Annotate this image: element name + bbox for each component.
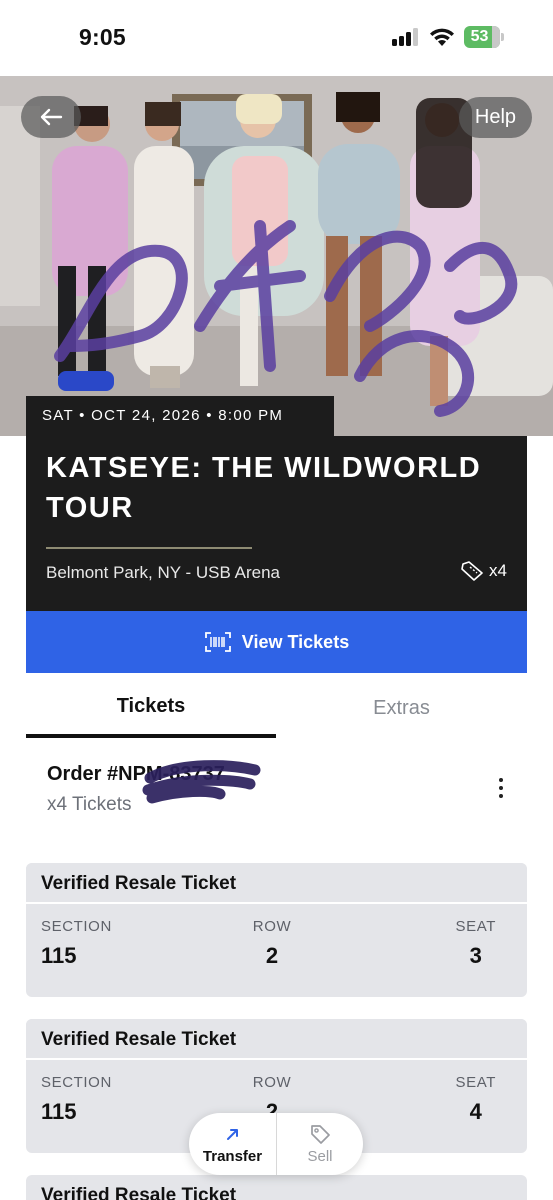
sell-button[interactable]: Sell	[276, 1113, 363, 1175]
ticket-title: Verified Resale Ticket	[26, 1019, 527, 1060]
cellular-signal-icon	[392, 28, 420, 46]
seat-column: SEAT 3	[456, 918, 496, 969]
wifi-icon	[430, 28, 454, 46]
tab-extras[interactable]: Extras	[276, 686, 527, 740]
status-time: 9:05	[79, 24, 126, 50]
event-venue: Belmont Park, NY - USB Arena	[46, 563, 281, 582]
ticket-action-bar: Transfer Sell	[189, 1113, 363, 1175]
back-arrow-icon	[40, 108, 63, 126]
tag-icon	[311, 1125, 330, 1144]
back-button[interactable]	[21, 96, 81, 138]
transfer-arrow-icon	[226, 1129, 238, 1140]
section-value: 115	[41, 943, 77, 968]
status-bar: 9:05 53	[0, 0, 553, 76]
section-value: 115	[41, 1099, 77, 1124]
ticket-title: Verified Resale Ticket	[26, 863, 527, 904]
sell-label: Sell	[307, 1148, 333, 1165]
ticket-count: x4	[461, 561, 507, 581]
view-tickets-button[interactable]: View Tickets	[26, 611, 527, 673]
view-tickets-label: View Tickets	[241, 631, 350, 652]
order-number: Order #NPM-83737	[47, 763, 225, 785]
battery-icon: 53	[464, 26, 505, 48]
order-ticket-count: x4 Tickets	[47, 794, 132, 815]
section-column: SECTION 115	[41, 1074, 112, 1125]
row-value: 2	[265, 943, 279, 968]
section-label: SECTION	[41, 918, 112, 935]
battery-percent: 53	[470, 28, 489, 45]
seat-column: SEAT 4	[456, 1074, 496, 1125]
event-card: KATSEYE: THE WILDWORLD TOUR Belmont Park…	[26, 436, 527, 611]
ticket-title: Verified Resale Ticket	[26, 1175, 527, 1200]
section-column: SECTION 115	[41, 918, 112, 969]
section-label: SECTION	[41, 1074, 112, 1091]
transfer-button[interactable]: Transfer	[189, 1113, 276, 1175]
barcode-icon	[204, 632, 231, 652]
seat-label: SEAT	[455, 918, 496, 935]
ticket-card[interactable]: Verified Resale Ticket SECTION 115 ROW 2…	[26, 863, 527, 997]
more-options-icon[interactable]	[494, 778, 508, 804]
ticket-icon	[461, 561, 483, 581]
tab-tickets[interactable]: Tickets	[26, 684, 276, 738]
row-label: ROW	[252, 1074, 292, 1091]
event-title: KATSEYE: THE WILDWORLD TOUR	[46, 452, 482, 524]
transfer-label: Transfer	[202, 1148, 263, 1165]
seat-value: 4	[469, 1099, 482, 1124]
seat-label: SEAT	[455, 1074, 496, 1091]
row-column: ROW 2	[250, 918, 294, 969]
ticket-count-label: x4	[489, 561, 507, 580]
event-date: SAT • OCT 24, 2026 • 8:00 PM	[26, 396, 334, 436]
title-divider	[46, 547, 252, 549]
row-label: ROW	[252, 918, 292, 935]
help-button[interactable]: Help	[459, 97, 532, 138]
seat-value: 3	[469, 943, 482, 968]
ticket-card[interactable]: Verified Resale Ticket	[26, 1175, 527, 1200]
